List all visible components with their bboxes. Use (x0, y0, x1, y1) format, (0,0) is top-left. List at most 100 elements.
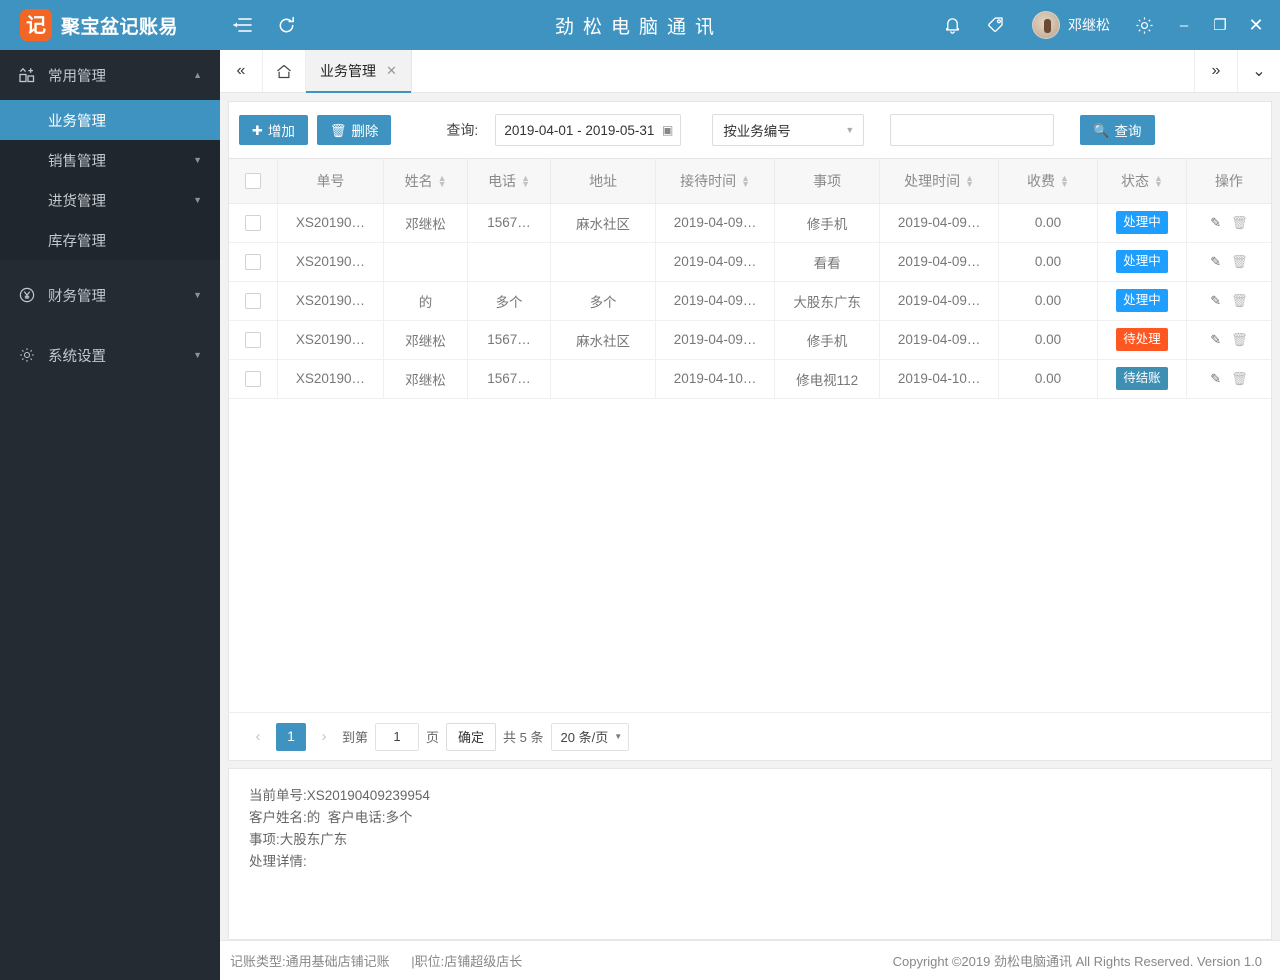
search-field-select[interactable]: 按业务编号 ▼ (712, 114, 865, 146)
checkbox[interactable] (245, 370, 262, 387)
topbar-right-icons: 邓继松 – ❐ ✕ (930, 0, 1280, 50)
tab-business-management[interactable]: 业务管理 ✕ (306, 50, 412, 93)
cell-process_time: 2019-04-09… (879, 242, 999, 282)
restore-button[interactable]: ❐ (1202, 0, 1238, 50)
sidebar-item-label: 销售管理 (48, 153, 106, 170)
sidebar-item-inventory[interactable]: 库存管理 (0, 220, 220, 260)
page-size-select[interactable]: 20 条/页 ▼ (550, 722, 630, 751)
sidebar-group-finance[interactable]: 财务管理 ▼ (0, 270, 220, 320)
sidebar-item-sales[interactable]: 销售管理 ▼ (0, 140, 220, 180)
user-menu[interactable]: 邓继松 (1018, 11, 1122, 39)
sort-toggle-icon[interactable]: ▲ ▼ (438, 174, 447, 188)
trash-icon[interactable]: 🗑 (1231, 293, 1248, 309)
sort-toggle-icon[interactable]: ▲ ▼ (965, 174, 974, 188)
tabs-scroll-left-button[interactable]: « (220, 50, 263, 92)
column-header-7[interactable]: 处理时间 ▲ ▼ (879, 159, 999, 204)
checkbox[interactable] (245, 173, 262, 190)
goto-page-input[interactable] (375, 722, 420, 751)
minimize-button[interactable]: – (1166, 0, 1202, 50)
goto-confirm-button[interactable]: 确定 (446, 722, 497, 751)
page-number-1[interactable]: 1 (276, 722, 306, 751)
detail-line-customer: 客户姓名:的 客户电话:多个 (249, 810, 413, 825)
home-icon[interactable] (263, 50, 306, 92)
close-icon[interactable]: ✕ (386, 63, 397, 79)
column-header-2[interactable]: 姓名 ▲ ▼ (383, 159, 469, 204)
data-table-wrapper: 单号 姓名 ▲ ▼ 电话 ▲ ▼ 地址 接待时间 ▲ ▼ 事项 处理时间 ▲ ▼ 收费 ▲ ▼ 状态 ▲ ▼ 操作 XS2… (229, 158, 1271, 712)
pencil-icon[interactable]: ✎ (1210, 254, 1221, 270)
select-all-checkbox[interactable] (229, 159, 279, 204)
cell-item: 大股东广东 (774, 281, 881, 321)
column-header-label: 单号 (316, 172, 345, 189)
table-row[interactable]: XS20190… 2019-04-09… 看看 2019-04-09… 0.00 处理中 ✎… (229, 242, 1271, 282)
checkbox[interactable] (245, 331, 262, 348)
table-row[interactable]: XS20190… 邓继松 1567… 麻水社区 2019-04-09… 修手机 2019-0… (229, 320, 1271, 360)
column-header-label: 操作 (1214, 172, 1243, 189)
trash-icon[interactable]: 🗑 (1231, 215, 1248, 231)
column-header-8[interactable]: 收费 ▲ ▼ (998, 159, 1099, 204)
tabs-scroll-right-button[interactable]: » (1194, 50, 1237, 92)
trash-icon[interactable]: 🗑 (1231, 254, 1248, 270)
column-header-3[interactable]: 电话 ▲ ▼ (467, 159, 551, 204)
cell-address (550, 359, 657, 399)
search-input[interactable] (890, 114, 1055, 146)
search-button[interactable]: 🔍 查询 (1080, 115, 1155, 145)
status-badge: 待结账 (1116, 367, 1168, 390)
row-checkbox-cell[interactable] (229, 320, 279, 360)
column-header-5[interactable]: 接待时间 ▲ ▼ (655, 159, 775, 204)
trash-icon: 🗑 (329, 122, 347, 138)
column-header-4: 地址 (550, 159, 657, 204)
tabs-dropdown-button[interactable]: ⌄ (1237, 50, 1280, 92)
tag-icon[interactable] (974, 0, 1018, 50)
footer-copyright: Copyright ©2019 劲松电脑通讯 All Rights Reserv… (892, 954, 1262, 969)
row-actions-cell: ✎ 🗑 (1186, 242, 1271, 282)
table-row[interactable]: XS20190… 的多个 多个 2019-04-09… 大股东广东 2019-04-09…… (229, 281, 1271, 321)
row-checkbox-cell[interactable] (229, 242, 279, 282)
row-checkbox-cell[interactable] (229, 359, 279, 399)
date-range-input[interactable]: 2019-04-01 - 2019-05-31 ▣ (495, 114, 682, 146)
window-center-title: 劲松电脑通讯 (554, 16, 723, 38)
cell-phone: 多个 (467, 281, 551, 321)
sort-toggle-icon[interactable]: ▲ ▼ (741, 174, 750, 188)
trash-icon[interactable]: 🗑 (1231, 332, 1248, 348)
sort-toggle-icon[interactable]: ▲ ▼ (1060, 174, 1069, 188)
checkbox[interactable] (245, 253, 262, 270)
cell-item: 看看 (774, 242, 881, 282)
query-label: 查询: (446, 122, 479, 138)
sidebar-group-common[interactable]: 常用管理 ▲ (0, 50, 220, 100)
status-cell: 处理中 (1097, 281, 1187, 321)
row-checkbox-cell[interactable] (229, 203, 279, 243)
table-row[interactable]: XS20190… 邓继松 1567… 2019-04-10… 修电视112 2019-04… (229, 359, 1271, 399)
sidebar-item-purchase[interactable]: 进货管理 ▼ (0, 180, 220, 220)
pencil-icon[interactable]: ✎ (1210, 371, 1221, 387)
table-row[interactable]: XS20190… 邓继松 1567… 麻水社区 2019-04-09… 修手机 2019-0… (229, 203, 1271, 243)
gear-icon[interactable] (1122, 0, 1166, 50)
close-button[interactable]: ✕ (1238, 0, 1274, 50)
pencil-icon[interactable]: ✎ (1210, 332, 1221, 348)
row-checkbox-cell[interactable] (229, 281, 279, 321)
grid-apps-icon (18, 67, 36, 83)
menu-collapse-icon[interactable] (220, 0, 264, 50)
column-header-9[interactable]: 状态 ▲ ▼ (1097, 159, 1187, 204)
add-button[interactable]: ✚ 增加 (239, 115, 308, 145)
sidebar-group-settings[interactable]: 系统设置 ▼ (0, 330, 220, 380)
total-count-label: 共 5 条 (503, 730, 544, 745)
refresh-icon[interactable] (264, 0, 308, 50)
checkbox[interactable] (245, 214, 262, 231)
prev-page-button[interactable]: ‹ (247, 728, 269, 745)
pencil-icon[interactable]: ✎ (1210, 215, 1221, 231)
footer-account-info: 记账类型:通用基础店铺记账 |职位:店铺超级店长 (230, 954, 523, 969)
sidebar-item-business[interactable]: 业务管理 (0, 100, 220, 140)
trash-icon[interactable]: 🗑 (1231, 371, 1248, 387)
app-logo-icon: 记 (20, 9, 52, 41)
sidebar-item-label: 业务管理 (48, 113, 106, 130)
bell-icon[interactable] (930, 0, 974, 50)
sort-toggle-icon[interactable]: ▲ ▼ (1154, 174, 1163, 188)
checkbox[interactable] (245, 292, 262, 309)
pencil-icon[interactable]: ✎ (1210, 293, 1221, 309)
delete-button[interactable]: 🗑 删除 (316, 115, 392, 145)
list-toolbar: ✚ 增加 🗑 删除 查询: 2019-04-01 - 2019-05-31 ▣ (229, 102, 1271, 158)
cell-receive_time: 2019-04-09… (655, 242, 775, 282)
body-wrap: 常用管理 ▲ 业务管理 销售管理 ▼ 进货管理 ▼ 库存管理 财务管理 ▼ 系统… (0, 50, 1280, 980)
next-page-button[interactable]: › (313, 728, 335, 745)
sort-toggle-icon[interactable]: ▲ ▼ (521, 174, 530, 188)
